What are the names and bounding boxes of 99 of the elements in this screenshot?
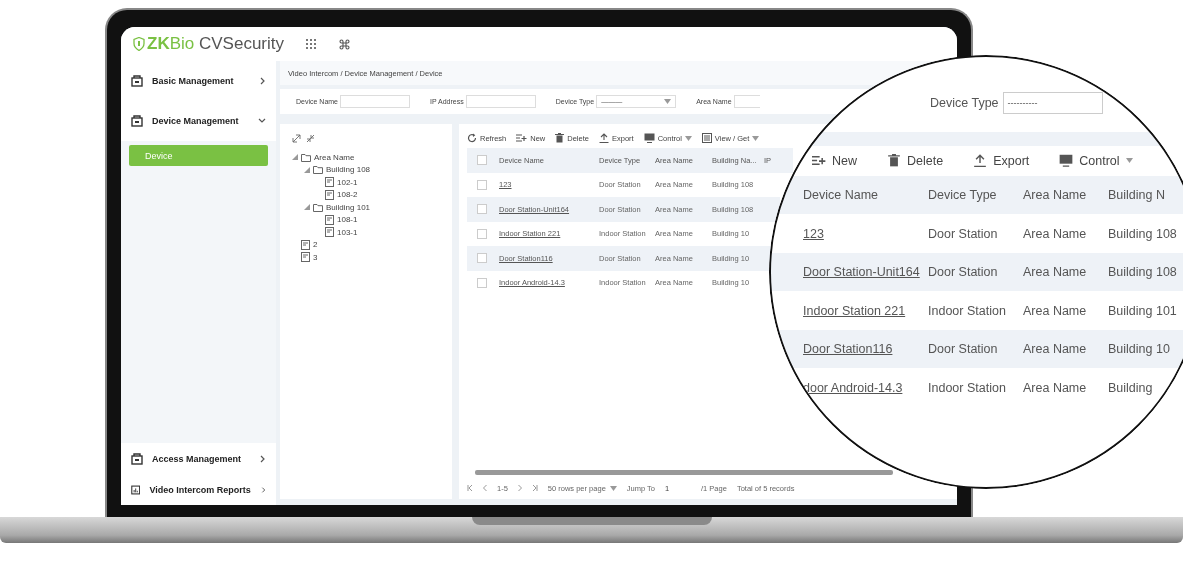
caret-icon xyxy=(684,135,692,141)
chart-icon xyxy=(131,483,141,496)
building-icon xyxy=(131,75,143,87)
device-link[interactable]: Door Station-Unit164 xyxy=(803,265,920,280)
expanded-arrow-icon[interactable] xyxy=(304,166,310,173)
tree-item[interactable]: 108-1 xyxy=(337,215,358,225)
header-checkbox[interactable] xyxy=(477,155,487,166)
device-icon xyxy=(325,227,334,238)
column-header[interactable]: Device Type xyxy=(928,188,997,203)
toolbar-button[interactable]: Delete xyxy=(887,153,944,168)
building-icon xyxy=(131,452,143,465)
device-link[interactable]: Indoor Station 221 xyxy=(803,303,906,318)
table-cell: Building 10 xyxy=(1108,342,1170,357)
table-cell: Door Station xyxy=(928,342,998,357)
device-link[interactable]: Door Station116 xyxy=(803,342,893,357)
sidebar-group-label: Access Management xyxy=(152,453,243,464)
upload-icon[interactable] xyxy=(598,133,609,143)
app-logo: ZKBio CVSecurity xyxy=(133,34,284,54)
expanded-arrow-icon[interactable] xyxy=(292,154,298,161)
sidebar-group[interactable]: Device Management xyxy=(121,101,276,141)
monitor-icon[interactable] xyxy=(643,133,655,143)
row-checkbox[interactable] xyxy=(477,277,487,288)
chevron-right-icon xyxy=(258,454,266,463)
sidebar-group[interactable]: Video Intercom Reports xyxy=(121,474,276,505)
tree-item[interactable]: Building 101 xyxy=(326,202,371,212)
device-icon xyxy=(325,189,334,200)
row-checkbox[interactable] xyxy=(477,179,487,190)
table-cell: Area Name xyxy=(1023,226,1087,241)
chevron-down-icon xyxy=(258,117,266,125)
sidebar-group-label: Basic Management xyxy=(152,76,235,86)
column-header[interactable]: Device Name xyxy=(803,188,879,203)
refresh-icon[interactable] xyxy=(467,133,477,143)
row-checkbox[interactable] xyxy=(477,204,487,215)
tree-item[interactable]: Building 108 xyxy=(326,165,371,175)
input-field[interactable] xyxy=(733,95,760,108)
select-field[interactable]: ---------- xyxy=(1002,92,1103,114)
row-checkbox[interactable] xyxy=(477,228,487,239)
chevron-right-icon xyxy=(259,485,266,494)
chevron-right-icon xyxy=(258,77,266,85)
table-cell: Door Station xyxy=(928,265,998,280)
command-icon[interactable] xyxy=(339,38,350,50)
input-field[interactable] xyxy=(340,95,410,108)
toolbar-button[interactable]: Export xyxy=(973,153,1030,168)
input-field[interactable] xyxy=(465,95,536,108)
horizontal-scrollbar[interactable] xyxy=(475,470,893,475)
trash-icon[interactable] xyxy=(555,133,565,143)
table-cell: Area Name xyxy=(1023,265,1087,280)
caret-icon xyxy=(1125,158,1133,163)
table-cell: Area Name xyxy=(1023,380,1087,395)
device-icon xyxy=(325,214,334,225)
tree-item[interactable]: Area Name xyxy=(314,152,355,162)
caret-icon xyxy=(609,485,617,491)
sidebar-group-label: Device Management xyxy=(152,116,240,126)
next-page-icon[interactable] xyxy=(517,485,522,491)
folder-icon xyxy=(313,202,323,212)
building-icon xyxy=(131,115,143,127)
table-cell: Area Name xyxy=(1023,342,1087,357)
table-cell: Indoor Station xyxy=(928,303,1006,318)
trash-icon[interactable] xyxy=(887,154,901,167)
device-icon xyxy=(301,239,310,250)
column-header[interactable]: Building N xyxy=(1108,188,1165,203)
tree-item[interactable]: 103-1 xyxy=(337,227,358,237)
table-cell: Area Name xyxy=(1023,303,1087,318)
column-header[interactable]: Area Name xyxy=(1023,188,1087,203)
collapse-icon[interactable] xyxy=(306,134,315,143)
tree-item[interactable]: 108-2 xyxy=(337,190,358,200)
row-checkbox[interactable] xyxy=(477,253,487,264)
table-cell: Door Station xyxy=(928,226,998,241)
upload-icon[interactable] xyxy=(973,154,988,167)
caret-icon xyxy=(664,99,672,104)
previous-page-icon[interactable] xyxy=(483,485,487,491)
expand-icon[interactable] xyxy=(292,134,301,143)
sidebar-group-label: Video Intercom Reports xyxy=(149,484,251,495)
dropdown-button[interactable]: Control xyxy=(1059,153,1133,168)
caret-icon xyxy=(752,135,760,141)
grid-menu-icon[interactable] xyxy=(306,38,317,50)
tree-item[interactable]: 2 xyxy=(313,240,318,250)
add-list-icon[interactable] xyxy=(812,154,826,167)
last-page-icon[interactable] xyxy=(531,485,538,491)
device-link[interactable]: 123 xyxy=(803,226,824,241)
view-list-icon[interactable] xyxy=(701,133,712,143)
first-page-icon[interactable] xyxy=(467,485,473,491)
field-label: Device Type xyxy=(930,96,999,110)
expanded-arrow-icon[interactable] xyxy=(304,204,310,211)
tree-item[interactable]: 3 xyxy=(313,252,318,262)
table-cell: Indoor Station xyxy=(928,380,1006,395)
table-cell: Building 101 xyxy=(1108,303,1177,318)
table-cell: Building 108 xyxy=(1108,226,1177,241)
monitor-icon[interactable] xyxy=(1059,154,1074,167)
shield-icon xyxy=(133,37,145,51)
toolbar-button[interactable]: New xyxy=(812,153,857,168)
tree-item[interactable]: 102-1 xyxy=(337,177,358,187)
device-icon xyxy=(325,177,334,188)
sidebar-group[interactable]: Basic Management xyxy=(121,61,276,101)
table-cell: Building xyxy=(1108,380,1153,395)
add-list-icon[interactable] xyxy=(516,133,528,143)
device-icon xyxy=(301,252,310,263)
sidebar-group[interactable]: Access Management xyxy=(121,443,276,474)
table-cell: Building 108 xyxy=(1108,265,1177,280)
